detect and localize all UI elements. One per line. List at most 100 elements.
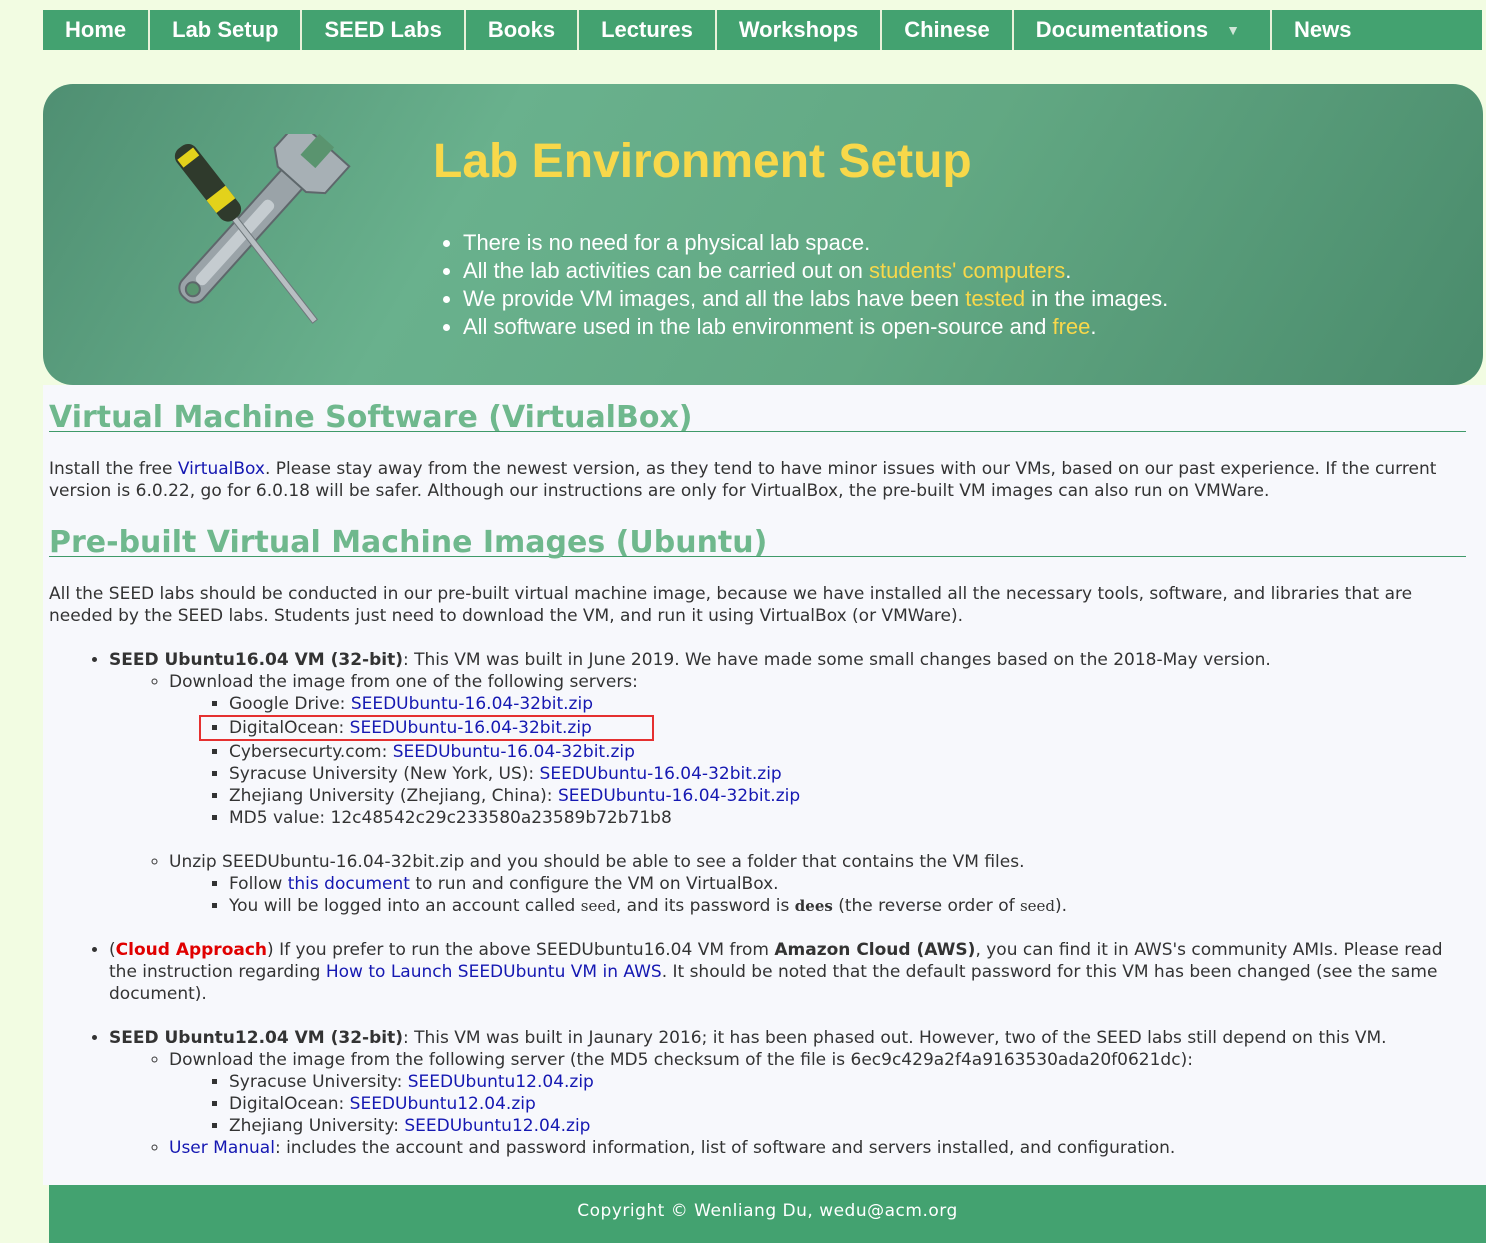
bullet-highlight: tested (965, 286, 1026, 311)
bullet-text: . (1065, 258, 1072, 283)
bullet-highlight: students' computers (869, 258, 1066, 283)
nav-books-label: Books (487, 17, 556, 42)
download-link[interactable]: SEEDUbuntu-16.04-32bit.zip (558, 786, 800, 806)
bullet-text: All software used in the lab environment… (463, 314, 1053, 339)
bullet-text: in the images. (1025, 286, 1169, 311)
u16-sublist: Download the image from one of the follo… (109, 671, 1466, 917)
md5-item: MD5 value: 12c48542c29c233580a23589b72b7… (229, 807, 1466, 829)
login-username: seed (580, 897, 616, 915)
user-manual-link[interactable]: User Manual (169, 1138, 275, 1158)
u16-download-intro: Download the image from one of the follo… (169, 672, 638, 692)
u12-download-item: Download the image from the following se… (169, 1049, 1466, 1137)
server-item: DigitalOcean: SEEDUbuntu-16.04-32bit.zip (199, 715, 1466, 741)
download-link[interactable]: SEEDUbuntu-16.04-32bit.zip (540, 764, 782, 784)
login-password: dees (794, 897, 833, 915)
prebuilt-heading: Pre-built Virtual Machine Images (Ubuntu… (49, 528, 1466, 558)
list-item-u16: SEED Ubuntu16.04 VM (32-bit): This VM wa… (109, 649, 1466, 917)
server-name: Zhejiang University (Zhejiang, China): (229, 786, 558, 806)
banner-bullet: All the lab activities can be carried ou… (463, 257, 1168, 285)
nav-chinese[interactable]: Chinese (882, 10, 1014, 50)
server-name: DigitalOcean: (229, 718, 350, 738)
banner-title: Lab Environment Setup (433, 135, 972, 188)
cloud-text1: ) If you prefer to run the above SEEDUbu… (267, 940, 775, 960)
this-document-link[interactable]: this document (288, 874, 410, 894)
login-post: ). (1055, 896, 1068, 916)
u16-unzip-text: Unzip SEEDUbuntu-16.04-32bit.zip and you… (169, 852, 1025, 872)
server-name: Cybersecurty.com: (229, 742, 393, 762)
follow-item: Follow this document to run and configur… (229, 873, 1466, 895)
nav-home[interactable]: Home (43, 10, 151, 50)
server-item: DigitalOcean: SEEDUbuntu12.04.zip (229, 1093, 1466, 1115)
nav-news-label: News (1294, 17, 1352, 42)
hero-banner: Lab Environment Setup There is no need f… (43, 84, 1483, 385)
cloud-approach-label: Cloud Approach (115, 940, 268, 960)
nav-home-label: Home (65, 17, 127, 42)
manual-post: : includes the account and password info… (274, 1138, 1176, 1158)
banner-bullet: There is no need for a physical lab spac… (463, 229, 1168, 257)
vm-list: SEED Ubuntu16.04 VM (32-bit): This VM wa… (49, 649, 1466, 1159)
nav-chinese-label: Chinese (904, 17, 990, 42)
u16-unzip-sublist: Follow this document to run and configur… (169, 873, 1466, 917)
nav-workshops[interactable]: Workshops (717, 10, 883, 50)
server-item: Syracuse University (New York, US): SEED… (229, 763, 1466, 785)
login-mid: , and its password is (615, 896, 795, 916)
download-link[interactable]: SEEDUbuntu12.04.zip (408, 1072, 594, 1092)
download-link[interactable]: SEEDUbuntu12.04.zip (404, 1116, 590, 1136)
u16-desc: : This VM was built in June 2019. We hav… (402, 650, 1271, 670)
server-name: Google Drive: (229, 694, 351, 714)
bullet-highlight: free (1052, 314, 1091, 339)
nav-seed-labs[interactable]: SEED Labs (302, 10, 466, 50)
banner-bullets: There is no need for a physical lab spac… (441, 229, 1168, 341)
download-link[interactable]: SEEDUbuntu-16.04-32bit.zip (351, 694, 593, 714)
copyright-text: Copyright © Wenliang Du, wedu@acm.org (577, 1201, 958, 1221)
login-username2: seed (1019, 897, 1056, 915)
banner-bullet: We provide VM images, and all the labs h… (463, 285, 1168, 313)
download-link[interactable]: SEEDUbuntu-16.04-32bit.zip (350, 718, 592, 738)
nav-lectures[interactable]: Lectures (579, 10, 717, 50)
download-link[interactable]: SEEDUbuntu12.04.zip (350, 1094, 536, 1114)
download-link[interactable]: SEEDUbuntu-16.04-32bit.zip (393, 742, 635, 762)
annotation-highlight-box: DigitalOcean: SEEDUbuntu-16.04-32bit.zip (199, 715, 654, 741)
server-name: Zhejiang University: (229, 1116, 405, 1136)
server-name: DigitalOcean: (229, 1094, 350, 1114)
vbox-pre: Install the free (49, 459, 178, 479)
u16-server-list: Google Drive: SEEDUbuntu-16.04-32bit.zip… (169, 693, 1466, 829)
main-content: Virtual Machine Software (VirtualBox) In… (43, 385, 1486, 1185)
cloud-open: ( (109, 940, 116, 960)
nav-lab-setup[interactable]: Lab Setup (150, 10, 303, 50)
u12-download-intro: Download the image from the following se… (169, 1050, 1193, 1070)
u16-title: SEED Ubuntu16.04 VM (32-bit) (109, 650, 403, 670)
u12-desc: : This VM was built in Jaunary 2016; it … (402, 1028, 1387, 1048)
virtualbox-link[interactable]: VirtualBox (178, 459, 265, 479)
nav-workshops-label: Workshops (738, 17, 859, 42)
top-nav: Home Lab Setup SEED Labs Books Lectures … (43, 10, 1483, 50)
aws-launch-link[interactable]: How to Launch SEEDUbuntu VM in AWS (326, 962, 662, 982)
server-name: Syracuse University: (229, 1072, 408, 1092)
prebuilt-intro: All the SEED labs should be conducted in… (49, 584, 1413, 626)
nav-books[interactable]: Books (466, 10, 580, 50)
footer: Copyright © Wenliang Du, wedu@acm.org (49, 1185, 1486, 1243)
nav-seed-labs-label: SEED Labs (324, 17, 442, 42)
nav-lab-setup-label: Lab Setup (172, 17, 279, 42)
u16-unzip-item: Unzip SEEDUbuntu-16.04-32bit.zip and you… (169, 851, 1466, 917)
list-item-u12: SEED Ubuntu12.04 VM (32-bit): This VM wa… (109, 1027, 1466, 1159)
chevron-down-icon: ▼ (1226, 22, 1241, 38)
bullet-text: . (1090, 314, 1097, 339)
server-item: Zhejiang University: SEEDUbuntu12.04.zip (229, 1115, 1466, 1137)
u12-sublist: Download the image from the following se… (109, 1049, 1466, 1159)
follow-pre: Follow (229, 874, 288, 894)
u12-manual-item: User Manual: includes the account and pa… (169, 1137, 1466, 1159)
wrench-screwdriver-icon (174, 134, 351, 324)
login-mid2: (the reverse order of (832, 896, 1020, 916)
nav-news[interactable]: News (1272, 10, 1482, 50)
login-item: You will be logged into an account calle… (229, 895, 1466, 917)
nav-lectures-label: Lectures (601, 17, 693, 42)
nav-documentations-label: Documentations (1035, 17, 1209, 42)
vbox-paragraph: Install the free VirtualBox. Please stay… (49, 458, 1466, 502)
server-item: Google Drive: SEEDUbuntu-16.04-32bit.zip (229, 693, 1466, 715)
banner-bullet: All software used in the lab environment… (463, 313, 1168, 341)
bullet-text: There is no need for a physical lab spac… (463, 230, 871, 255)
server-item: Syracuse University: SEEDUbuntu12.04.zip (229, 1071, 1466, 1093)
nav-documentations[interactable]: Documentations ▼ (1014, 10, 1273, 50)
u16-download-item: Download the image from one of the follo… (169, 671, 1466, 829)
